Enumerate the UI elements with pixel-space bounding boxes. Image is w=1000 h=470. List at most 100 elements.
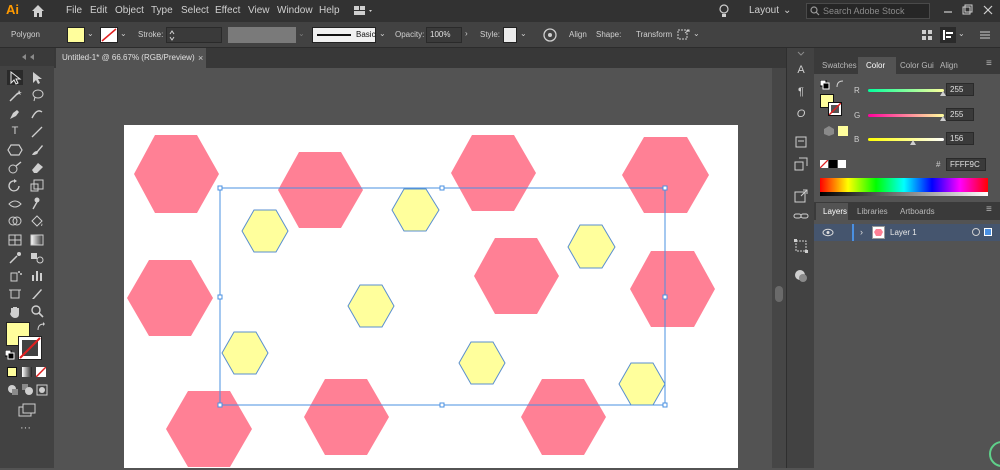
grayscale-ramp[interactable] bbox=[820, 192, 988, 196]
resize-handle[interactable] bbox=[662, 185, 668, 191]
menu-select[interactable]: Select bbox=[181, 5, 209, 16]
symbol-sprayer-tool-icon[interactable] bbox=[7, 268, 23, 283]
opacity-arrow-icon[interactable]: › bbox=[465, 29, 468, 38]
restore-icon[interactable] bbox=[961, 3, 973, 17]
pink-hexagon[interactable] bbox=[278, 152, 363, 228]
profile-chevron-icon[interactable]: ⌄ bbox=[298, 29, 305, 38]
menu-type[interactable]: Type bbox=[151, 5, 173, 16]
in-gamut-swatch[interactable] bbox=[838, 126, 848, 136]
properties-toggle-icon[interactable] bbox=[940, 27, 956, 43]
default-fill-stroke-icon[interactable] bbox=[819, 79, 830, 90]
opentype-panel-icon[interactable]: O bbox=[793, 108, 809, 124]
selection-indicator-icon[interactable] bbox=[984, 228, 992, 236]
gradient-tool-icon[interactable] bbox=[29, 232, 45, 247]
lasso-tool-icon[interactable] bbox=[29, 88, 45, 103]
hex-value-input[interactable]: FFFF9C bbox=[946, 158, 986, 171]
pink-hexagon[interactable] bbox=[304, 379, 389, 455]
workspace-chevron-icon[interactable]: ⌄ bbox=[783, 5, 791, 16]
scrollbar-thumb[interactable] bbox=[775, 286, 783, 302]
resize-handle[interactable] bbox=[217, 185, 223, 191]
yellow-hexagon[interactable] bbox=[618, 362, 666, 406]
menu-effect[interactable]: Effect bbox=[215, 5, 240, 16]
appearance-panel-icon[interactable] bbox=[793, 268, 809, 284]
magic-wand-tool-icon[interactable] bbox=[7, 88, 23, 103]
direct-selection-tool-icon[interactable] bbox=[29, 70, 45, 85]
transform-link[interactable]: Transform bbox=[636, 30, 672, 39]
workspace-switcher[interactable]: Layout bbox=[749, 5, 779, 16]
yellow-hexagon[interactable] bbox=[458, 341, 506, 385]
slice-tool-icon[interactable] bbox=[29, 286, 45, 301]
graphic-style-swatch[interactable] bbox=[503, 27, 517, 43]
canvas-area[interactable] bbox=[54, 68, 772, 468]
edit-toolbar-icon[interactable]: ··· bbox=[20, 423, 34, 434]
tab-color-guide[interactable]: Color Gui bbox=[900, 61, 934, 70]
g-value-input[interactable]: 255 bbox=[946, 108, 974, 121]
blend-tool-icon[interactable] bbox=[29, 250, 45, 265]
zoom-tool-icon[interactable] bbox=[29, 304, 45, 319]
b-value-input[interactable]: 156 bbox=[946, 132, 974, 145]
swap-colors-icon[interactable] bbox=[36, 322, 46, 332]
pink-hexagon[interactable] bbox=[630, 251, 715, 327]
eyedropper-tool-icon[interactable] bbox=[7, 250, 23, 265]
gradient-mode-icon[interactable] bbox=[22, 367, 32, 377]
fill-swatch[interactable] bbox=[67, 27, 85, 43]
draw-inside-icon[interactable] bbox=[36, 384, 48, 396]
artboard-tool-icon[interactable] bbox=[7, 286, 23, 301]
character-panel-icon[interactable]: A bbox=[793, 64, 809, 80]
hand-tool-icon[interactable] bbox=[7, 304, 23, 319]
live-paint-bucket-icon[interactable] bbox=[29, 214, 45, 229]
layer-row[interactable]: › Layer 1 bbox=[814, 224, 1000, 241]
yellow-hexagon[interactable] bbox=[391, 188, 440, 232]
fill-chevron-icon[interactable]: ⌄ bbox=[87, 29, 94, 38]
none-mode-icon[interactable] bbox=[35, 366, 47, 378]
draw-behind-icon[interactable] bbox=[22, 384, 34, 396]
black-swatch[interactable] bbox=[829, 160, 837, 168]
pink-hexagon[interactable] bbox=[127, 260, 213, 336]
r-slider[interactable] bbox=[868, 89, 944, 92]
pink-hexagon[interactable] bbox=[166, 391, 252, 467]
shaper-tool-icon[interactable] bbox=[7, 160, 23, 175]
type-tool-icon[interactable]: T bbox=[7, 124, 23, 139]
tab-layers[interactable]: Layers bbox=[816, 203, 848, 220]
curvature-tool-icon[interactable] bbox=[29, 106, 45, 121]
puppet-warp-tool-icon[interactable] bbox=[29, 196, 45, 211]
minimize-icon[interactable] bbox=[942, 4, 954, 18]
resize-handle[interactable] bbox=[662, 402, 668, 408]
menu-help[interactable]: Help bbox=[319, 5, 340, 16]
close-icon[interactable] bbox=[982, 3, 994, 17]
perspective-grid-tool-icon[interactable] bbox=[7, 232, 23, 247]
vertical-scrollbar[interactable] bbox=[772, 68, 786, 468]
align-link[interactable]: Align bbox=[569, 30, 587, 39]
close-tab-icon[interactable]: × bbox=[198, 48, 203, 68]
scale-tool-icon[interactable] bbox=[29, 178, 45, 193]
shape-link[interactable]: Shape: bbox=[596, 30, 621, 39]
links-panel-icon[interactable] bbox=[793, 208, 809, 224]
target-icon[interactable] bbox=[972, 228, 980, 236]
selection-tool-icon[interactable] bbox=[7, 70, 23, 85]
visibility-eye-icon[interactable] bbox=[822, 228, 834, 237]
panel-menu-icon[interactable]: ≡ bbox=[986, 58, 992, 69]
screen-mode-icon[interactable] bbox=[18, 403, 36, 417]
b-slider[interactable] bbox=[868, 138, 944, 141]
stroke-weight-field[interactable] bbox=[166, 27, 222, 43]
polygon-tool-icon[interactable] bbox=[7, 142, 23, 157]
tab-artboards[interactable]: Artboards bbox=[900, 207, 935, 216]
column-graph-tool-icon[interactable] bbox=[29, 268, 45, 283]
r-value-input[interactable]: 255 bbox=[946, 83, 974, 96]
g-slider[interactable] bbox=[868, 114, 944, 117]
panel-menu-icon[interactable] bbox=[978, 27, 992, 43]
lightbulb-icon[interactable] bbox=[716, 3, 732, 19]
default-colors-icon[interactable] bbox=[4, 349, 15, 360]
expand-layer-icon[interactable]: › bbox=[860, 227, 863, 237]
layers-menu-icon[interactable]: ≡ bbox=[986, 204, 992, 215]
swap-fill-stroke-icon[interactable] bbox=[836, 80, 844, 88]
yellow-hexagon[interactable] bbox=[347, 284, 395, 328]
color-mode-icon[interactable] bbox=[7, 367, 17, 377]
paragraph-panel-icon[interactable]: ¶ bbox=[793, 86, 809, 102]
pink-hexagon[interactable] bbox=[474, 238, 559, 314]
width-tool-icon[interactable] bbox=[7, 196, 23, 211]
libraries-panel-icon[interactable] bbox=[793, 156, 809, 172]
pink-hexagon[interactable] bbox=[134, 135, 219, 213]
none-swatch[interactable] bbox=[819, 159, 829, 169]
reference-point-icon[interactable] bbox=[675, 27, 691, 43]
